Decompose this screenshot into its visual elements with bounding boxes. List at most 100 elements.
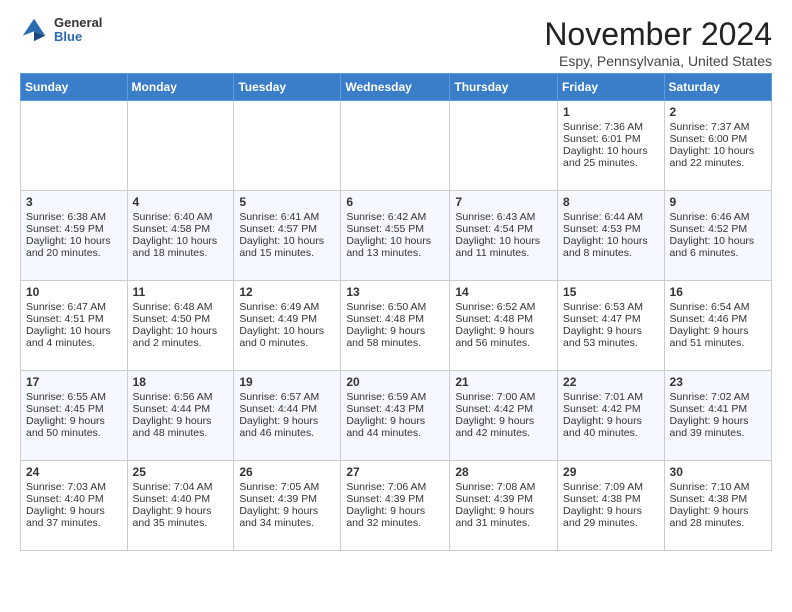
day-number: 20 xyxy=(346,375,444,389)
cell-info-line: Daylight: 9 hours and 46 minutes. xyxy=(239,415,335,439)
cell-info-line: Sunrise: 6:57 AM xyxy=(239,391,335,403)
cell-info-line: Sunset: 4:59 PM xyxy=(26,223,122,235)
cell-info-line: Sunrise: 6:53 AM xyxy=(563,301,659,313)
calendar-cell: 24Sunrise: 7:03 AMSunset: 4:40 PMDayligh… xyxy=(21,461,128,551)
header-cell-thursday: Thursday xyxy=(450,74,558,101)
cell-info-line: Sunrise: 7:05 AM xyxy=(239,481,335,493)
cell-info-line: Daylight: 9 hours and 28 minutes. xyxy=(670,505,766,529)
day-number: 8 xyxy=(563,195,659,209)
header-cell-friday: Friday xyxy=(558,74,665,101)
calendar-cell xyxy=(127,101,234,191)
day-number: 19 xyxy=(239,375,335,389)
cell-info-line: Sunset: 4:45 PM xyxy=(26,403,122,415)
cell-info-line: Sunset: 4:47 PM xyxy=(563,313,659,325)
header-cell-sunday: Sunday xyxy=(21,74,128,101)
cell-info-line: Sunrise: 7:37 AM xyxy=(670,121,766,133)
day-number: 15 xyxy=(563,285,659,299)
cell-info-line: Daylight: 9 hours and 31 minutes. xyxy=(455,505,552,529)
cell-info-line: Sunset: 4:42 PM xyxy=(563,403,659,415)
cell-info-line: Sunset: 4:40 PM xyxy=(26,493,122,505)
cell-info-line: Sunrise: 6:44 AM xyxy=(563,211,659,223)
cell-info-line: Sunset: 4:54 PM xyxy=(455,223,552,235)
day-number: 6 xyxy=(346,195,444,209)
cell-info-line: Daylight: 10 hours and 11 minutes. xyxy=(455,235,552,259)
calendar-cell: 28 Sunrise: 7:08 AMSunset: 4:39 PMDayligh… xyxy=(450,461,558,551)
calendar-week-5: 24Sunrise: 7:03 AMSunset: 4:40 PMDayligh… xyxy=(21,461,772,551)
day-number: 30 xyxy=(670,465,766,479)
calendar-cell xyxy=(341,101,450,191)
cell-info-line: Sunrise: 7:08 AM xyxy=(455,481,552,493)
calendar-cell: 2Sunrise: 7:37 AMSunset: 6:00 PMDaylight… xyxy=(664,101,771,191)
calendar-cell: 4Sunrise: 6:40 AMSunset: 4:58 PMDaylight… xyxy=(127,191,234,281)
day-number: 25 xyxy=(133,465,229,479)
cell-info-line: Daylight: 9 hours and 37 minutes. xyxy=(26,505,122,529)
calendar-cell: 19Sunrise: 6:57 AMSunset: 4:44 PMDayligh… xyxy=(234,371,341,461)
cell-info-line: Sunset: 4:50 PM xyxy=(133,313,229,325)
cell-info-line: Daylight: 9 hours and 35 minutes. xyxy=(133,505,229,529)
day-number: 17 xyxy=(26,375,122,389)
logo: General Blue xyxy=(20,16,102,45)
cell-info-line: Daylight: 9 hours and 58 minutes. xyxy=(346,325,444,349)
day-number: 23 xyxy=(670,375,766,389)
cell-info-line: Sunset: 6:00 PM xyxy=(670,133,766,145)
header-cell-monday: Monday xyxy=(127,74,234,101)
day-number: 3 xyxy=(26,195,122,209)
calendar-cell: 30Sunrise: 7:10 AMSunset: 4:38 PMDayligh… xyxy=(664,461,771,551)
cell-info-line: Sunrise: 7:10 AM xyxy=(670,481,766,493)
calendar-cell: 13Sunrise: 6:50 AMSunset: 4:48 PMDayligh… xyxy=(341,281,450,371)
cell-info-line: Daylight: 10 hours and 20 minutes. xyxy=(26,235,122,259)
cell-info-line: Daylight: 9 hours and 32 minutes. xyxy=(346,505,444,529)
cell-info-line: Sunset: 4:49 PM xyxy=(239,313,335,325)
title-block: November 2024 Espy, Pennsylvania, United… xyxy=(544,16,772,69)
logo-text: General Blue xyxy=(54,16,102,45)
cell-info-line: Sunrise: 6:47 AM xyxy=(26,301,122,313)
cell-info-line: Sunset: 4:39 PM xyxy=(239,493,335,505)
cell-info-line: Sunset: 4:48 PM xyxy=(455,313,552,325)
cell-info-line: Sunset: 4:40 PM xyxy=(133,493,229,505)
calendar-cell: 25 Sunrise: 7:04 AMSunset: 4:40 PMDayligh… xyxy=(127,461,234,551)
cell-info-line: Sunrise: 6:56 AM xyxy=(133,391,229,403)
day-number: 13 xyxy=(346,285,444,299)
calendar-cell xyxy=(450,101,558,191)
cell-info-line: Daylight: 9 hours and 42 minutes. xyxy=(455,415,552,439)
cell-info-line: Sunrise: 7:09 AM xyxy=(563,481,659,493)
header-cell-saturday: Saturday xyxy=(664,74,771,101)
day-number: 1 xyxy=(563,105,659,119)
day-number: 21 xyxy=(455,375,552,389)
month-title: November 2024 xyxy=(544,16,772,53)
calendar-cell: 12Sunrise: 6:49 AMSunset: 4:49 PMDayligh… xyxy=(234,281,341,371)
cell-info-line: Sunrise: 6:59 AM xyxy=(346,391,444,403)
cell-info-line: Sunrise: 6:40 AM xyxy=(133,211,229,223)
cell-info-line: Sunset: 4:58 PM xyxy=(133,223,229,235)
calendar-header: SundayMondayTuesdayWednesdayThursdayFrid… xyxy=(21,74,772,101)
day-number: 28 xyxy=(455,465,552,479)
day-number: 11 xyxy=(133,285,229,299)
cell-info-line: Daylight: 9 hours and 53 minutes. xyxy=(563,325,659,349)
calendar-cell: 27Sunrise: 7:06 AMSunset: 4:39 PMDayligh… xyxy=(341,461,450,551)
cell-info-line: Sunrise: 6:43 AM xyxy=(455,211,552,223)
cell-info-line: Sunrise: 7:02 AM xyxy=(670,391,766,403)
cell-info-line: Sunset: 4:39 PM xyxy=(346,493,444,505)
cell-info-line: Sunset: 4:48 PM xyxy=(346,313,444,325)
calendar-cell: 23Sunrise: 7:02 AMSunset: 4:41 PMDayligh… xyxy=(664,371,771,461)
cell-info-line: Sunset: 4:55 PM xyxy=(346,223,444,235)
cell-info-line: Sunset: 4:52 PM xyxy=(670,223,766,235)
cell-info-line: Sunset: 4:39 PM xyxy=(455,493,552,505)
cell-info-line: Daylight: 10 hours and 22 minutes. xyxy=(670,145,766,169)
cell-info-line: Sunrise: 7:04 AM xyxy=(133,481,229,493)
location-text: Espy, Pennsylvania, United States xyxy=(544,53,772,69)
cell-info-line: Sunset: 4:44 PM xyxy=(133,403,229,415)
cell-info-line: Daylight: 10 hours and 13 minutes. xyxy=(346,235,444,259)
cell-info-line: Sunrise: 6:42 AM xyxy=(346,211,444,223)
cell-info-line: Sunrise: 6:55 AM xyxy=(26,391,122,403)
day-number: 27 xyxy=(346,465,444,479)
cell-info-line: Daylight: 9 hours and 34 minutes. xyxy=(239,505,335,529)
day-number: 5 xyxy=(239,195,335,209)
cell-info-line: Daylight: 9 hours and 29 minutes. xyxy=(563,505,659,529)
cell-info-line: Sunset: 4:43 PM xyxy=(346,403,444,415)
cell-info-line: Daylight: 9 hours and 40 minutes. xyxy=(563,415,659,439)
cell-info-line: Sunset: 6:01 PM xyxy=(563,133,659,145)
cell-info-line: Sunrise: 6:49 AM xyxy=(239,301,335,313)
cell-info-line: Daylight: 10 hours and 4 minutes. xyxy=(26,325,122,349)
calendar-cell: 8Sunrise: 6:44 AMSunset: 4:53 PMDaylight… xyxy=(558,191,665,281)
